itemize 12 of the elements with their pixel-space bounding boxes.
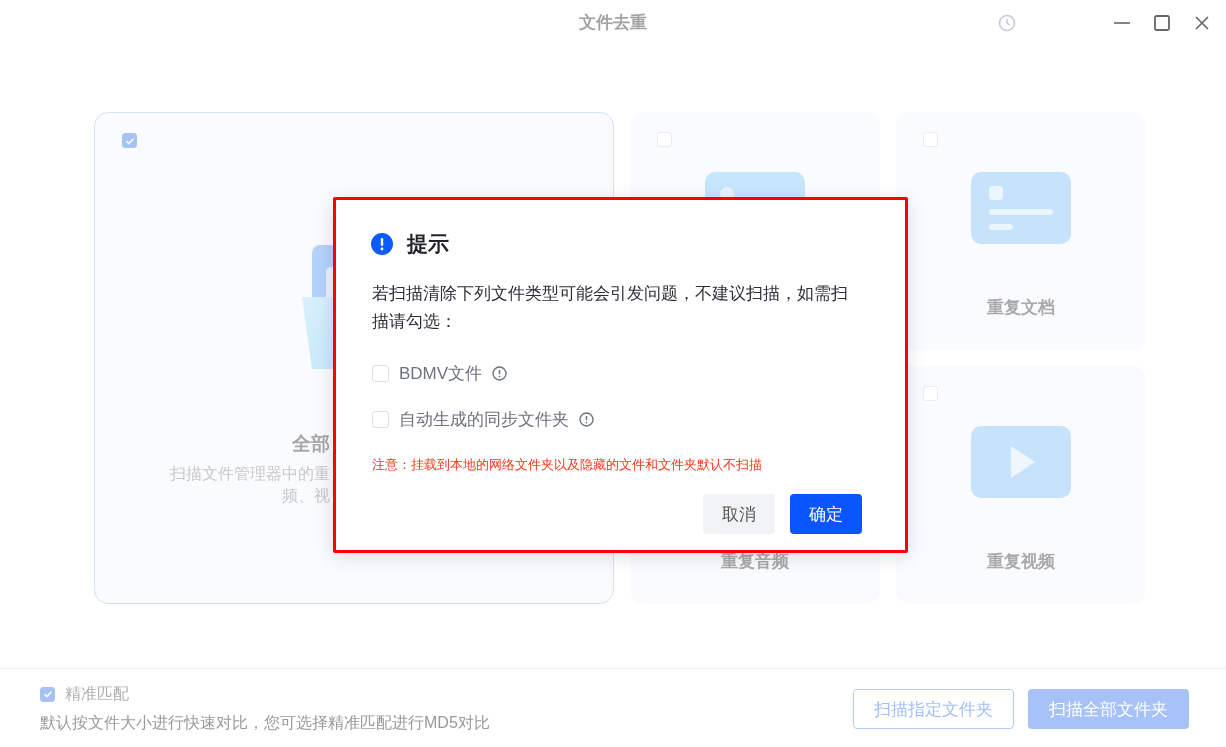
dialog-title: 提示 xyxy=(407,231,449,257)
card-title: 全部 xyxy=(292,432,330,456)
card-title: 重复文档 xyxy=(987,297,1055,319)
card-title: 重复音频 xyxy=(721,551,789,573)
dialog-message: 若扫描清除下列文件类型可能会引发问题，不建议扫描，如需扫描请勾选： xyxy=(372,283,849,333)
hint-text: 默认按文件大小进行快速对比，您可选择精准匹配进行MD5对比 xyxy=(40,713,490,733)
option-label: BDMV文件 xyxy=(399,362,483,385)
notice-text: 注意：挂载到本地的网络文件夹以及隐藏的文件和文件夹默认不扫描 xyxy=(372,456,763,474)
card-title: 重复视频 xyxy=(987,551,1055,573)
option-label: 自动生成的同步文件夹 xyxy=(399,408,569,431)
window-title: 文件去重 xyxy=(578,12,648,34)
checkbox-label: 精准匹配 xyxy=(65,683,129,704)
